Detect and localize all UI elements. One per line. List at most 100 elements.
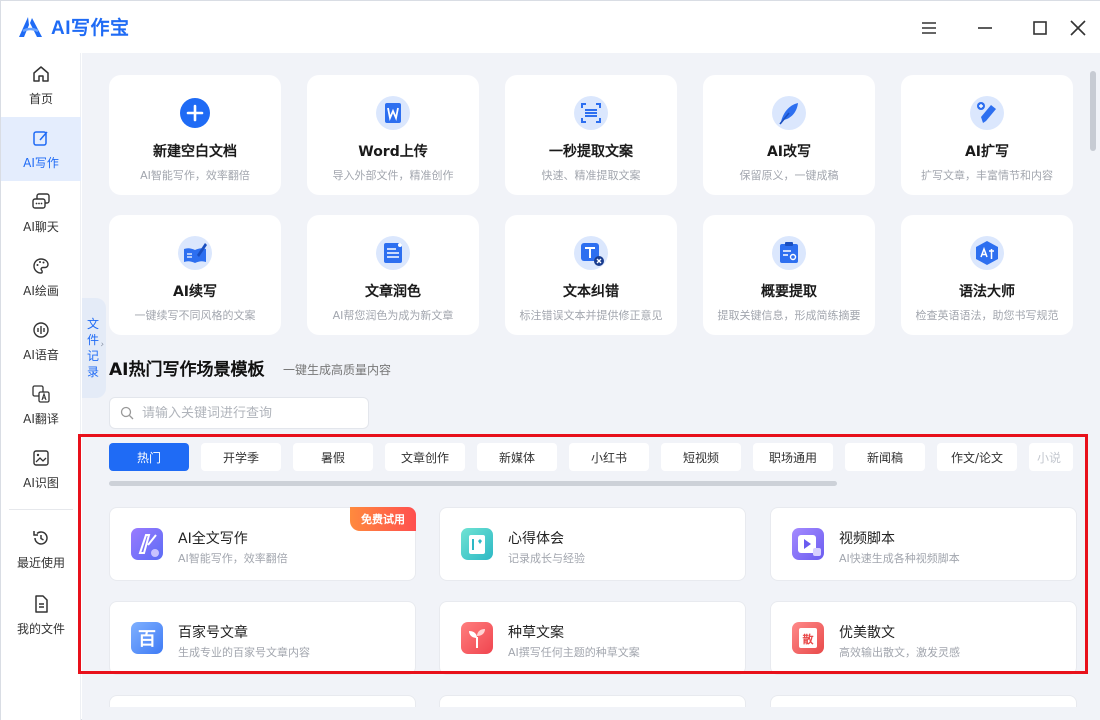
file-icon [35, 594, 48, 613]
sidebar-divider [9, 509, 73, 510]
sidebar-item-label: AI绘画 [23, 283, 59, 298]
tool-title: AI改写 [766, 144, 812, 160]
tab-workplace[interactable]: 职场通用 [753, 443, 833, 471]
template-card-ai-full-writing[interactable]: AI全文写作 AI智能写作，效率翻倍 免费试用 [109, 507, 416, 581]
baijiahao-icon-char: 百 [138, 629, 156, 650]
tool-subtitle: AI智能写作，效率翻倍 [140, 169, 250, 182]
template-subtitle: AI撰写任何主题的种草文案 [508, 646, 640, 659]
maximize-button[interactable] [1027, 15, 1053, 41]
baijiahao-icon: 百 [131, 622, 163, 654]
template-subtitle: AI快速生成各种视频脚本 [839, 552, 960, 565]
tool-title: Word上传 [358, 144, 428, 160]
tool-card-grammar-master[interactable]: 语法大师 检查英语语法，助您书写规范 [901, 215, 1073, 335]
sidebar-item-ai-image-recognition[interactable]: AI识图 [1, 437, 81, 501]
prose-book-icon: 散 [792, 622, 824, 654]
template-subtitle: AI智能写作，效率翻倍 [178, 552, 288, 565]
voice-icon [33, 321, 49, 338]
feather-icon [771, 95, 807, 131]
search-input[interactable] [142, 405, 352, 421]
tab-summer-vacation[interactable]: 暑假 [293, 443, 373, 471]
sidebar-item-label: AI聊天 [23, 219, 59, 234]
vertical-scrollbar[interactable] [1090, 71, 1096, 151]
title-bar: AI写作宝 [1, 1, 1100, 53]
template-card-partial[interactable] [770, 695, 1077, 707]
menu-button[interactable] [916, 15, 942, 41]
tool-card-word-upload[interactable]: Word上传 导入外部文件，精准创作 [307, 75, 479, 195]
tool-title: 新建空白文档 [153, 144, 237, 160]
sidebar-item-recent[interactable]: 最近使用 [1, 517, 81, 581]
tab-article-creation[interactable]: 文章创作 [385, 443, 465, 471]
template-title: 视频脚本 [839, 531, 895, 547]
tab-press-release[interactable]: 新闻稿 [845, 443, 925, 471]
template-subtitle: 记录成长与经验 [508, 552, 585, 565]
sidebar-item-label: AI写作 [23, 155, 59, 170]
tab-novel[interactable]: 小说 [1029, 443, 1073, 471]
clipboard-search-icon [771, 235, 807, 271]
history-icon [33, 530, 48, 545]
sidebar-item-ai-voice[interactable]: AI语音 [1, 309, 81, 373]
sidebar-item-ai-writing[interactable]: AI写作 [1, 117, 81, 181]
template-card-beautiful-prose[interactable]: 散 优美散文 高效输出散文，激发灵感 [770, 601, 1077, 675]
tab-hot[interactable]: 热门 [109, 443, 189, 471]
sidebar-item-label: AI识图 [23, 475, 59, 490]
tabs-horizontal-scrollbar[interactable] [109, 481, 837, 486]
template-card-partial[interactable] [439, 695, 746, 707]
pen-expand-icon [969, 95, 1005, 131]
file-records-char: 记 [86, 349, 99, 363]
menu-icon [922, 22, 936, 34]
minimize-button[interactable] [972, 15, 998, 41]
tab-short-video[interactable]: 短视频 [661, 443, 741, 471]
palette-icon [33, 257, 49, 274]
tool-subtitle: 检查英语语法，助您书写规范 [915, 309, 1059, 322]
close-button[interactable] [1065, 15, 1091, 41]
template-subtitle: 高效输出散文，激发灵感 [839, 646, 960, 659]
file-records-tab[interactable]: 文 件 记 录 › [82, 298, 106, 398]
tool-card-new-blank-doc[interactable]: 新建空白文档 AI智能写作，效率翻倍 [109, 75, 281, 195]
tool-title: 一秒提取文案 [549, 144, 633, 160]
app-logo: AI写作宝 [17, 13, 130, 40]
file-records-char: 件 [86, 333, 99, 347]
app-name: AI写作宝 [51, 18, 130, 39]
tab-essay-thesis[interactable]: 作文/论文 [937, 443, 1017, 471]
tool-card-ai-expand[interactable]: AI扩写 扩写文章，丰富情节和内容 [901, 75, 1073, 195]
template-title: 百家号文章 [178, 625, 248, 641]
tab-xiaohongshu[interactable]: 小红书 [569, 443, 649, 471]
word-icon [375, 95, 411, 131]
template-subtitle: 生成专业的百家号文章内容 [178, 646, 310, 659]
sidebar-item-my-files[interactable]: 我的文件 [1, 583, 81, 647]
template-search[interactable] [109, 397, 369, 429]
tool-card-extract-text[interactable]: 一秒提取文案 快速、精准提取文案 [505, 75, 677, 195]
tool-title: 概要提取 [761, 284, 817, 300]
sidebar-item-home[interactable]: 首页 [1, 53, 81, 117]
template-card-baijiahao-article[interactable]: 百 百家号文章 生成专业的百家号文章内容 [109, 601, 416, 675]
template-card-video-script[interactable]: 视频脚本 AI快速生成各种视频脚本 [770, 507, 1077, 581]
tool-card-summary-extract[interactable]: 概要提取 提取关键信息，形成简练摘要 [703, 215, 875, 335]
template-title: AI全文写作 [178, 531, 248, 547]
tab-school-season[interactable]: 开学季 [201, 443, 281, 471]
template-title: 心得体会 [508, 531, 564, 547]
minimize-icon [978, 27, 992, 29]
sidebar-item-ai-translate[interactable]: AI翻译 [1, 373, 81, 437]
image-icon [33, 449, 49, 466]
sidebar-item-label: 最近使用 [16, 555, 65, 570]
sidebar-item-label: AI翻译 [23, 411, 59, 426]
tool-subtitle: 导入外部文件，精准创作 [332, 169, 454, 182]
sidebar: 首页 AI写作 AI聊天 AI绘画 AI语音 AI翻译 AI识图 最近使用 我的… [1, 53, 81, 720]
tool-card-ai-rewrite[interactable]: AI改写 保留原义，一键成稿 [703, 75, 875, 195]
template-card-partial[interactable] [109, 695, 416, 707]
sprout-icon [461, 622, 493, 654]
sidebar-item-ai-painting[interactable]: AI绘画 [1, 245, 81, 309]
home-icon [33, 65, 49, 82]
tool-card-ai-continue[interactable]: AI续写 一键续写不同风格的文案 [109, 215, 281, 335]
template-card-product-recommendation[interactable]: 种草文案 AI撰写任何主题的种草文案 [439, 601, 746, 675]
sidebar-item-ai-chat[interactable]: AI聊天 [1, 181, 81, 245]
tool-card-text-correction[interactable]: 文本纠错 标注错误文本并提供修正意见 [505, 215, 677, 335]
tool-card-polish-article[interactable]: 文章润色 AI帮您润色为成为新文章 [307, 215, 479, 335]
sidebar-item-label: AI语音 [23, 347, 59, 362]
template-card-reflections[interactable]: 心得体会 记录成长与经验 [439, 507, 746, 581]
close-icon [1070, 20, 1086, 36]
notebook-icon [461, 528, 493, 560]
ai-writing-icon [131, 528, 163, 560]
book-pen-icon [177, 235, 213, 271]
tab-new-media[interactable]: 新媒体 [477, 443, 557, 471]
